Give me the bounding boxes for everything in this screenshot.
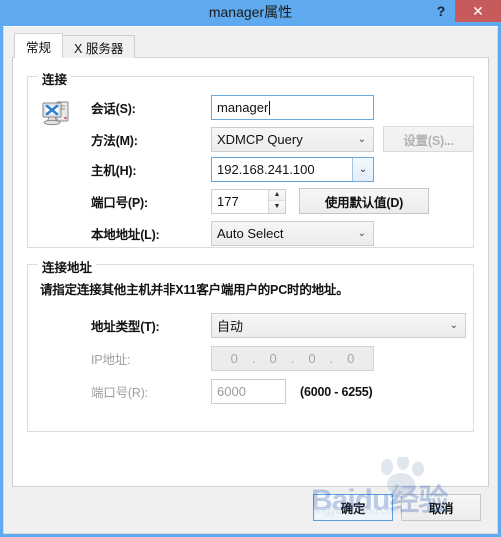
address-port-input: 6000: [211, 379, 286, 404]
tab-panel-general: 连接 会话(S): manager 方法(M): XDMCP Query ⌄ 设…: [12, 57, 489, 487]
help-icon[interactable]: ?: [427, 0, 455, 22]
ip-address-label: IP地址:: [91, 353, 131, 367]
port-stepper[interactable]: 177 ▲ ▼: [211, 188, 286, 214]
window-title: manager属性: [208, 4, 293, 20]
local-address-label: 本地地址(L):: [91, 228, 160, 242]
computer-x-icon: [41, 99, 75, 131]
ip-octet-3: 0: [308, 351, 316, 366]
ip-address-input: 0 . 0 . 0 . 0: [211, 346, 374, 371]
address-port-label: 端口号(R):: [91, 386, 148, 400]
address-type-label: 地址类型(T):: [91, 320, 160, 334]
tab-xserver[interactable]: X 服务器: [62, 35, 136, 58]
chevron-down-icon: ⌄: [357, 228, 366, 239]
ip-octet-2: 0: [269, 351, 277, 366]
spin-down-icon[interactable]: ▼: [269, 201, 285, 213]
ip-separator: .: [251, 351, 256, 366]
address-group-title: 连接地址: [38, 257, 97, 276]
port-value: 177: [217, 193, 239, 209]
ip-separator: .: [290, 351, 295, 366]
address-type-value: 自动: [217, 319, 244, 334]
address-port-value: 6000: [217, 384, 246, 399]
port-label: 端口号(P):: [91, 195, 148, 210]
ip-octet-1: 0: [230, 351, 238, 366]
use-default-button[interactable]: 使用默认值(D): [299, 188, 429, 214]
address-type-row: 地址类型(T): 自动 ⌄: [91, 313, 466, 338]
title-bar: manager属性 ? ✕: [3, 0, 501, 26]
host-value: 192.168.241.100: [217, 162, 315, 177]
port-spin-arrows[interactable]: ▲ ▼: [268, 189, 285, 213]
chevron-down-icon: ⌄: [449, 320, 458, 331]
host-row: 主机(H): 192.168.241.100 ⌄: [91, 157, 374, 182]
tab-general[interactable]: 常规: [14, 33, 64, 58]
session-input[interactable]: manager: [211, 95, 374, 120]
address-port-row: 端口号(R): 6000 (6000 - 6255): [91, 379, 373, 404]
ip-separator: .: [329, 351, 334, 366]
port-range-note: (6000 - 6255): [300, 384, 373, 399]
settings-button[interactable]: 设置(S)...: [383, 126, 474, 152]
ip-address-row: IP地址: 0 . 0 . 0 . 0: [91, 346, 374, 371]
text-caret: [269, 100, 271, 115]
method-label: 方法(M):: [91, 133, 138, 148]
local-address-row: 本地地址(L): Auto Select ⌄: [91, 221, 374, 246]
host-label: 主机(H):: [91, 164, 137, 178]
local-address-select[interactable]: Auto Select ⌄: [211, 221, 374, 246]
close-icon[interactable]: ✕: [455, 0, 501, 22]
ip-octet-4: 0: [347, 351, 355, 366]
tab-strip: 常规 X 服务器: [14, 33, 489, 58]
address-group: 连接地址 请指定连接其他主机并非X11客户端用户的PC时的地址。 地址类型(T)…: [27, 257, 474, 432]
connection-group: 连接 会话(S): manager 方法(M): XDMCP Query ⌄ 设…: [27, 69, 474, 248]
dialog-client-area: 常规 X 服务器 连接 会话(S): manager 方法(M): XDMCP …: [3, 26, 498, 534]
ok-button[interactable]: 确定: [313, 493, 393, 521]
address-type-select[interactable]: 自动 ⌄: [211, 313, 466, 338]
method-select[interactable]: XDMCP Query ⌄: [211, 126, 374, 152]
connection-group-title: 连接: [38, 69, 72, 88]
method-value: XDMCP Query: [217, 131, 303, 147]
session-label: 会话(S):: [91, 102, 136, 116]
cancel-button[interactable]: 取消: [401, 493, 481, 521]
host-combobox[interactable]: 192.168.241.100 ⌄: [211, 157, 374, 182]
port-row: 端口号(P): 177 ▲ ▼ 使用默认值(D): [91, 188, 429, 214]
dialog-window: manager属性 ? ✕ 常规 X 服务器 连接 会话(S): manager…: [0, 0, 501, 537]
session-row: 会话(S): manager: [91, 95, 374, 120]
dialog-footer: 确定 取消: [12, 487, 489, 527]
caption-buttons: ? ✕: [427, 0, 501, 22]
method-row: 方法(M): XDMCP Query ⌄ 设置(S)...: [91, 126, 474, 152]
local-address-value: Auto Select: [217, 226, 284, 241]
chevron-down-icon[interactable]: ⌄: [352, 158, 373, 181]
session-value: manager: [217, 100, 269, 115]
chevron-down-icon: ⌄: [357, 133, 366, 145]
spin-up-icon[interactable]: ▲: [269, 189, 285, 201]
address-group-description: 请指定连接其他主机并非X11客户端用户的PC时的地址。: [40, 283, 349, 297]
